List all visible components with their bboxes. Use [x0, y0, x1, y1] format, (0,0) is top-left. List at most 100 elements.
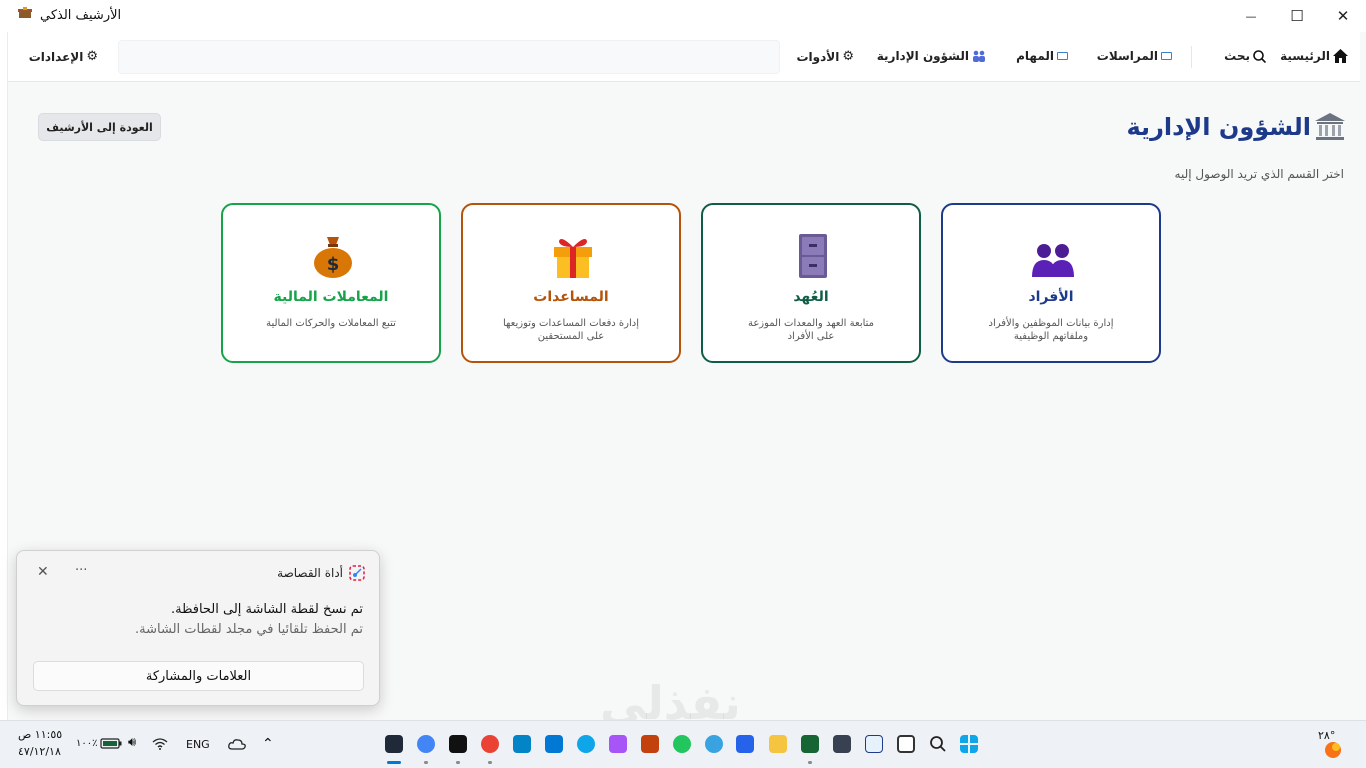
card-financial-transactions[interactable]: $ المعاملات المالية تتبع المعاملات والحر…: [221, 203, 441, 363]
speaker-icon[interactable]: 🔊︎: [128, 735, 136, 750]
nav-tasks-label: المهام: [1016, 49, 1054, 63]
windows-taskbar: ٢٨° ⌃ ENG 🔊︎ ١٠٠٪ ١١:٥٥ ص ٤٧/١٢/١٨: [0, 720, 1366, 768]
people-icon: [1032, 244, 1074, 277]
card-description: إدارة بيانات الموظفين والأفراد وملفاتهم …: [988, 318, 1114, 342]
search-icon[interactable]: [929, 735, 947, 753]
window-controls: — ☐ ✕: [1228, 0, 1366, 32]
window-title-group: الأرشيف الذكي: [18, 7, 121, 23]
nav-correspondence[interactable]: المراسلات: [1097, 49, 1172, 63]
running-indicator: [488, 761, 492, 764]
card-title: المعاملات المالية: [273, 289, 389, 305]
bank-building-icon: [1315, 113, 1345, 140]
minimize-icon: —: [1245, 9, 1257, 23]
notification-app-header: أداة القصاصة: [277, 565, 365, 581]
running-indicator: [456, 761, 460, 764]
card-description: إدارة دفعات المساعدات وتوزيعها على المست…: [503, 318, 639, 342]
nav-admin-affairs-label: الشؤون الإدارية: [876, 49, 969, 63]
back-to-archive-button[interactable]: العودة إلى الأرشيف: [38, 113, 161, 141]
window-left-border: [0, 32, 8, 720]
weather-widget[interactable]: ٢٨°: [1318, 729, 1354, 763]
maximize-icon: ☐: [1290, 7, 1304, 25]
task-view-icon[interactable]: [897, 735, 915, 753]
window-titlebar: الأرشيف الذكي — ☐ ✕: [0, 0, 1366, 32]
navbar-search-field[interactable]: [118, 40, 780, 74]
file-cabinet-icon: [799, 234, 827, 278]
snipping-tool-icon: [349, 565, 365, 581]
card-aid[interactable]: المساعدات إدارة دفعات المساعدات وتوزيعها…: [461, 203, 681, 363]
sun-icon: [1325, 742, 1341, 758]
close-window-button[interactable]: ✕: [1320, 0, 1366, 32]
nav-admin-affairs[interactable]: الشؤون الإدارية: [877, 49, 986, 63]
running-indicator: [808, 761, 812, 764]
onedrive-cloud-icon[interactable]: [228, 738, 246, 750]
windows-start-icon[interactable]: [960, 735, 978, 753]
more-options-icon[interactable]: ···: [75, 563, 87, 578]
vscode-icon[interactable]: [736, 735, 754, 753]
nav-divider: [1191, 46, 1192, 68]
app-icon[interactable]: [641, 735, 659, 753]
envelope-icon: [1161, 52, 1172, 60]
snipping-tool-notification: أداة القصاصة ··· ✕ تم نسخ لقطة الشاشة إل…: [16, 550, 380, 706]
money-bag-icon: $: [314, 237, 352, 278]
store-icon[interactable]: [545, 735, 563, 753]
edge-icon[interactable]: [577, 735, 595, 753]
file-explorer-icon[interactable]: [769, 735, 787, 753]
chrome-icon[interactable]: [481, 735, 499, 753]
svg-text:$: $: [327, 254, 340, 275]
people-icon: [973, 50, 985, 62]
chevron-up-icon[interactable]: ⌃: [262, 736, 274, 752]
archive-app-taskbar-icon[interactable]: [385, 735, 403, 753]
app-icon[interactable]: [801, 735, 819, 753]
gear-icon: ⚙: [842, 49, 854, 64]
nav-search[interactable]: بحث: [1224, 49, 1266, 63]
running-indicator: [424, 761, 428, 764]
battery-icon[interactable]: [100, 738, 122, 749]
gear-icon: ⚙: [86, 49, 98, 64]
nav-home-label: الرئيسية: [1280, 49, 1330, 63]
active-app-indicator: [387, 761, 401, 764]
envelope-icon: [1057, 52, 1068, 60]
nav-home[interactable]: الرئيسية: [1280, 49, 1348, 63]
language-indicator[interactable]: ENG: [186, 738, 210, 751]
chrome-icon[interactable]: [417, 735, 435, 753]
card-individuals[interactable]: الأفراد إدارة بيانات الموظفين والأفراد و…: [941, 203, 1161, 363]
card-title: المساعدات: [533, 289, 609, 305]
card-custody[interactable]: العُهد متابعة العهد والمعدات الموزعة على…: [701, 203, 921, 363]
nav-tasks[interactable]: المهام: [1016, 49, 1068, 63]
nav-tools-label: الأدوات: [796, 49, 840, 64]
gift-icon: [554, 239, 592, 278]
telegram-icon[interactable]: [705, 735, 723, 753]
clock-date: ٤٧/١٢/١٨: [18, 745, 61, 758]
outlook-icon[interactable]: [513, 735, 531, 753]
battery-percent: ١٠٠٪: [76, 738, 98, 749]
nav-settings-label: الإعدادات: [28, 49, 84, 64]
clock[interactable]: ١١:٥٥ ص ٤٧/١٢/١٨: [18, 728, 70, 762]
notification-message: تم نسخ لقطة الشاشة إلى الحافظة.: [170, 602, 363, 617]
search-icon: [1253, 49, 1266, 63]
notification-app-name: أداة القصاصة: [277, 566, 343, 580]
archive-app-icon: [18, 7, 32, 23]
window-title: الأرشيف الذكي: [40, 7, 122, 23]
card-title: الأفراد: [1028, 289, 1074, 305]
whatsapp-icon[interactable]: [673, 735, 691, 753]
wifi-icon[interactable]: [152, 737, 168, 750]
clock-time: ١١:٥٥ ص: [18, 728, 63, 741]
nav-settings[interactable]: ⚙ الإعدادات: [29, 49, 98, 64]
page-title: الشؤون الإدارية: [1126, 113, 1312, 141]
close-icon: ✕: [1336, 7, 1350, 25]
main-navbar: الرئيسية بحث المراسلات المهام الشؤون الإ…: [8, 32, 1360, 82]
card-description: متابعة العهد والمعدات الموزعة على الأفرا…: [747, 318, 875, 342]
card-description: تتبع المعاملات والحركات المالية: [266, 318, 396, 329]
widgets-icon[interactable]: [865, 735, 883, 753]
minimize-button[interactable]: —: [1228, 0, 1274, 32]
nav-correspondence-label: المراسلات: [1096, 49, 1158, 63]
terminal-app-icon[interactable]: [833, 735, 851, 753]
home-icon: [1333, 49, 1348, 63]
maximize-button[interactable]: ☐: [1274, 0, 1320, 32]
markup-and-share-button[interactable]: العلامات والمشاركة: [33, 661, 364, 691]
nav-tools[interactable]: ⚙ الأدوات: [797, 49, 855, 64]
card-title: العُهد: [793, 289, 829, 305]
close-icon[interactable]: ✕: [37, 564, 49, 580]
app-icon[interactable]: [609, 735, 627, 753]
app-icon[interactable]: [449, 735, 467, 753]
